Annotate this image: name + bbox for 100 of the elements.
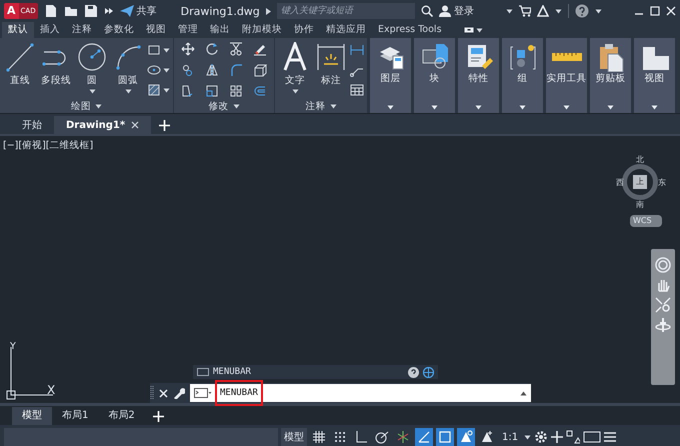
ribbon-tab[interactable]: 视图 xyxy=(140,22,172,38)
block-button[interactable]: 块 xyxy=(414,38,455,113)
polyline-tool[interactable]: 多段线 xyxy=(39,42,73,99)
text-tool[interactable]: 文字 xyxy=(278,42,312,99)
file-tab[interactable]: 开始 xyxy=(10,116,54,134)
wrench-icon[interactable] xyxy=(173,387,185,399)
trim-icon[interactable] xyxy=(229,42,243,56)
fullscreen-icon[interactable] xyxy=(583,431,602,443)
caret-icon[interactable] xyxy=(594,8,602,14)
orbit-icon[interactable] xyxy=(655,317,671,333)
view-button[interactable]: 视图 xyxy=(634,38,675,113)
ribbon-tab[interactable]: 协作 xyxy=(288,22,320,38)
panel-title[interactable]: 注释 xyxy=(275,99,367,113)
east-label[interactable]: 东 xyxy=(658,178,666,187)
model-space-button[interactable]: 模型 xyxy=(281,428,307,446)
utilities-button[interactable]: 实用工具 xyxy=(546,38,587,113)
linear-dimension-icon[interactable] xyxy=(350,43,364,57)
gear-icon[interactable] xyxy=(534,430,548,444)
save-icon[interactable] xyxy=(84,4,98,18)
eraser-icon[interactable] xyxy=(253,42,267,56)
hatch-icon[interactable] xyxy=(147,83,161,97)
group-button[interactable]: 组 xyxy=(502,38,543,113)
menu-icon[interactable] xyxy=(604,431,616,443)
caret-icon[interactable] xyxy=(292,89,298,94)
arc-tool[interactable]: 圆弧 xyxy=(111,42,145,99)
box-icon[interactable] xyxy=(253,63,267,77)
steering-wheel-icon[interactable] xyxy=(655,257,671,273)
ribbon-tab[interactable]: 参数化 xyxy=(98,22,140,38)
ribbon-tab[interactable]: Express Tools xyxy=(372,22,448,38)
caret-icon[interactable] xyxy=(520,390,527,396)
caret-icon[interactable] xyxy=(475,105,482,110)
north-label[interactable]: 北 xyxy=(636,155,644,164)
ribbon-tab[interactable]: 插入 xyxy=(34,22,66,38)
layout-tab[interactable]: 模型 xyxy=(12,407,52,425)
zoom-icon[interactable] xyxy=(655,297,671,313)
caret-icon[interactable] xyxy=(163,48,170,52)
caret-icon[interactable] xyxy=(88,89,96,94)
ribbon-tab[interactable]: 注释 xyxy=(66,22,98,38)
close-icon[interactable] xyxy=(131,121,140,129)
caret-icon[interactable] xyxy=(524,434,532,440)
circle-tool[interactable]: 圆 xyxy=(75,42,109,99)
ribbon-tab[interactable]: 默认 xyxy=(2,22,34,38)
file-tab[interactable]: Drawing1* xyxy=(54,116,152,134)
line-tool[interactable]: 直线 xyxy=(3,42,37,99)
layers-button[interactable]: 图层 xyxy=(370,38,411,113)
ellipse-icon[interactable] xyxy=(147,63,161,77)
move-icon[interactable] xyxy=(181,42,195,56)
ribbon-tab[interactable]: 管理 xyxy=(172,22,204,38)
south-label[interactable]: 南 xyxy=(636,200,644,209)
search-icon[interactable] xyxy=(420,5,433,17)
rotate-icon[interactable] xyxy=(205,42,219,56)
caret-icon[interactable] xyxy=(266,8,271,14)
dynamic-ucs-toggle[interactable] xyxy=(415,428,433,446)
new-file-icon[interactable] xyxy=(44,4,58,18)
caret-icon[interactable] xyxy=(519,105,526,110)
clipboard-button[interactable]: 剪贴板 xyxy=(590,38,631,113)
caret-icon[interactable] xyxy=(431,105,438,110)
scale-icon[interactable] xyxy=(205,84,219,98)
caret-icon[interactable] xyxy=(232,104,240,108)
caret-icon[interactable] xyxy=(506,8,513,14)
command-prompt-icon[interactable] xyxy=(194,388,212,398)
help-icon[interactable] xyxy=(574,4,589,18)
stretch-icon[interactable] xyxy=(181,84,195,98)
plus-icon[interactable] xyxy=(551,431,564,443)
properties-button[interactable]: 特性 xyxy=(458,38,499,113)
ribbon-tab[interactable]: 输出 xyxy=(204,22,236,38)
ribbon-tab[interactable]: 精选应用 xyxy=(320,22,372,38)
viewport-label[interactable]: [−][俯视][二维线框] xyxy=(3,139,94,152)
add-layout-icon[interactable] xyxy=(152,410,164,422)
annotation-scale[interactable]: 1:1 xyxy=(499,428,522,446)
grip-icon[interactable] xyxy=(150,385,154,401)
maximize-icon[interactable] xyxy=(650,6,660,16)
panel-title[interactable]: 修改 xyxy=(174,99,274,113)
caret-icon[interactable] xyxy=(554,8,562,14)
panel-switch-icon[interactable] xyxy=(464,27,474,33)
caret-icon[interactable] xyxy=(163,88,170,92)
caret-icon[interactable] xyxy=(95,104,102,108)
caret-icon[interactable] xyxy=(124,89,132,94)
caret-icon[interactable] xyxy=(163,68,170,72)
cart-icon[interactable] xyxy=(518,5,531,17)
triangle-icon[interactable] xyxy=(536,5,549,17)
layout-tab[interactable]: 布局2 xyxy=(98,407,145,425)
caret-icon[interactable] xyxy=(651,105,658,110)
copy-icon[interactable] xyxy=(181,63,195,77)
folder-icon[interactable] xyxy=(64,4,78,18)
share-button[interactable]: 共享 xyxy=(120,4,157,18)
table-icon[interactable] xyxy=(350,83,364,97)
caret-icon[interactable] xyxy=(476,28,483,32)
add-tab-icon[interactable] xyxy=(159,120,170,130)
help-icon[interactable] xyxy=(408,366,419,378)
globe-icon[interactable] xyxy=(423,366,434,378)
ribbon-tab[interactable]: 附加模块 xyxy=(236,22,288,38)
dimension-tool[interactable]: 标注 xyxy=(314,42,348,99)
grid-toggle[interactable] xyxy=(310,428,328,446)
annotation-visibility-toggle[interactable] xyxy=(457,428,475,446)
caret-icon[interactable] xyxy=(607,105,614,110)
offset-icon[interactable] xyxy=(253,84,267,98)
close-icon[interactable] xyxy=(666,6,676,16)
more-icon[interactable] xyxy=(104,6,114,16)
selection-cycling-toggle[interactable] xyxy=(436,428,454,446)
